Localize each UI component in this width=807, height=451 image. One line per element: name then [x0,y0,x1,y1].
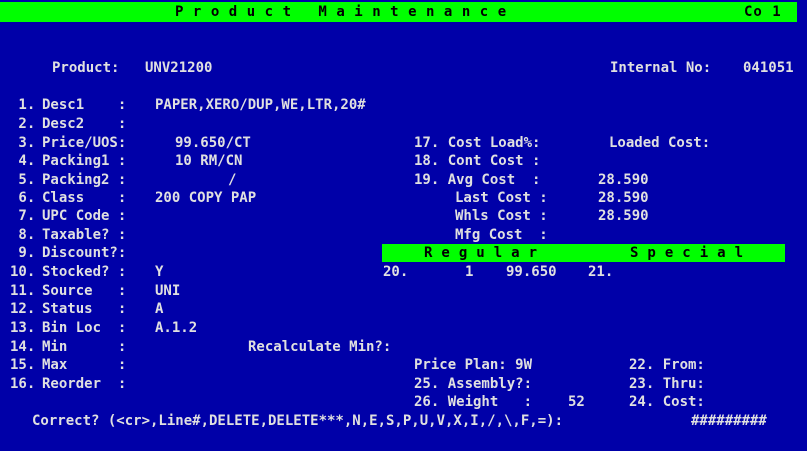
regular-line-number[interactable]: 20. [383,263,408,281]
field-number[interactable]: 14. [10,338,35,356]
mfg-cost-label: Mfg Cost : [455,227,548,243]
regular-quantity: 1 [465,264,474,280]
recalculate-min-label: Recalculate Min?: [248,339,392,355]
avg-cost-label: 19. Avg Cost : [414,172,541,188]
field-label: Packing1 : [42,153,127,169]
command-prompt: Correct? (<cr>,Line#,DELETE,DELETE***,N,… [32,413,564,429]
from-field[interactable]: 22. From: [629,356,705,374]
field-number[interactable]: 4. [10,152,35,170]
whls-cost-label: Whls Cost : [455,208,548,224]
field-value[interactable]: PAPER,XERO/DUP,WE,LTR,20# [155,96,366,114]
cost-field[interactable]: 24. Cost: [629,393,705,411]
pricing-header-bar: Regular Special [382,244,785,262]
field-number[interactable]: 10. [10,263,35,281]
field-value[interactable]: 10 RM/CN [175,152,242,170]
field-number[interactable]: 7. [10,207,35,225]
field-label: Max : [42,357,127,373]
field-number[interactable]: 9. [10,244,35,262]
whls-cost-value: 28.590 [598,208,649,224]
loaded-cost-label: Loaded Cost: [609,135,711,151]
last-cost-value: 28.590 [598,190,649,206]
last-cost-label: Last Cost : [455,190,548,206]
field-number[interactable]: 12. [10,300,35,318]
field-number[interactable]: 11. [10,282,35,300]
field-label: Status : [42,301,127,317]
field-value[interactable]: 99.650/CT [175,134,251,152]
field-number[interactable]: 16. [10,375,35,393]
field-label: Stocked? : [42,264,127,280]
cont-cost-field[interactable]: 18. Cont Cost : [414,152,540,170]
field-value[interactable]: Y [155,263,163,281]
field-value[interactable]: UNI [155,282,180,300]
field-label: Class : [42,190,127,206]
field-label: Desc2 : [42,116,127,132]
screen-title: Product Maintenance [175,4,516,20]
field-number[interactable]: 13. [10,319,35,337]
avg-cost-value[interactable]: 28.590 [598,171,649,189]
field-value[interactable]: A [155,300,163,318]
field-label: Discount?: [42,245,127,261]
field-label: Bin Loc : [42,320,127,336]
field-number[interactable]: 1. [10,96,35,114]
field-number[interactable]: 5. [10,171,35,189]
internal-no-label: Internal No: [610,60,712,76]
price-plan-field: Price Plan: 9W [414,357,533,373]
internal-no-value: 041051 [743,60,794,76]
special-line-number[interactable]: 21. [588,263,613,281]
cost-load-field[interactable]: 17. Cost Load%: [414,134,540,152]
field-value[interactable]: A.1.2 [155,319,197,337]
special-header: Special [630,245,753,261]
weight-label: 26. Weight : [414,394,533,410]
field-label: Min : [42,339,127,355]
field-value[interactable]: 200 COPY PAP [155,189,256,207]
field-number[interactable]: 6. [10,189,35,207]
field-label: Price/UOS: [42,135,127,151]
regular-price: 99.650 [506,264,557,280]
assembly-field[interactable]: 25. Assembly?: [414,375,532,393]
field-value[interactable]: / [228,171,236,189]
field-label: Packing2 : [42,172,127,188]
field-number[interactable]: 8. [10,226,35,244]
command-input[interactable]: ######### [691,412,767,430]
field-label: Source : [42,283,127,299]
field-label: Reorder : [42,376,127,392]
thru-field[interactable]: 23. Thru: [629,375,705,393]
regular-header: Regular [424,245,547,261]
field-label: UPC Code : [42,208,127,224]
field-label: Taxable? : [42,227,127,243]
product-code-field[interactable]: UNV21200 [145,59,212,77]
field-number[interactable]: 2. [10,115,35,133]
field-number[interactable]: 15. [10,356,35,374]
title-bar: Product Maintenance Co 1 [0,2,797,22]
weight-value[interactable]: 52 [568,393,585,411]
field-label: Desc1 : [42,97,127,113]
field-number[interactable]: 3. [10,134,35,152]
company-indicator: Co 1 [744,4,782,20]
product-label: Product: [52,60,120,76]
